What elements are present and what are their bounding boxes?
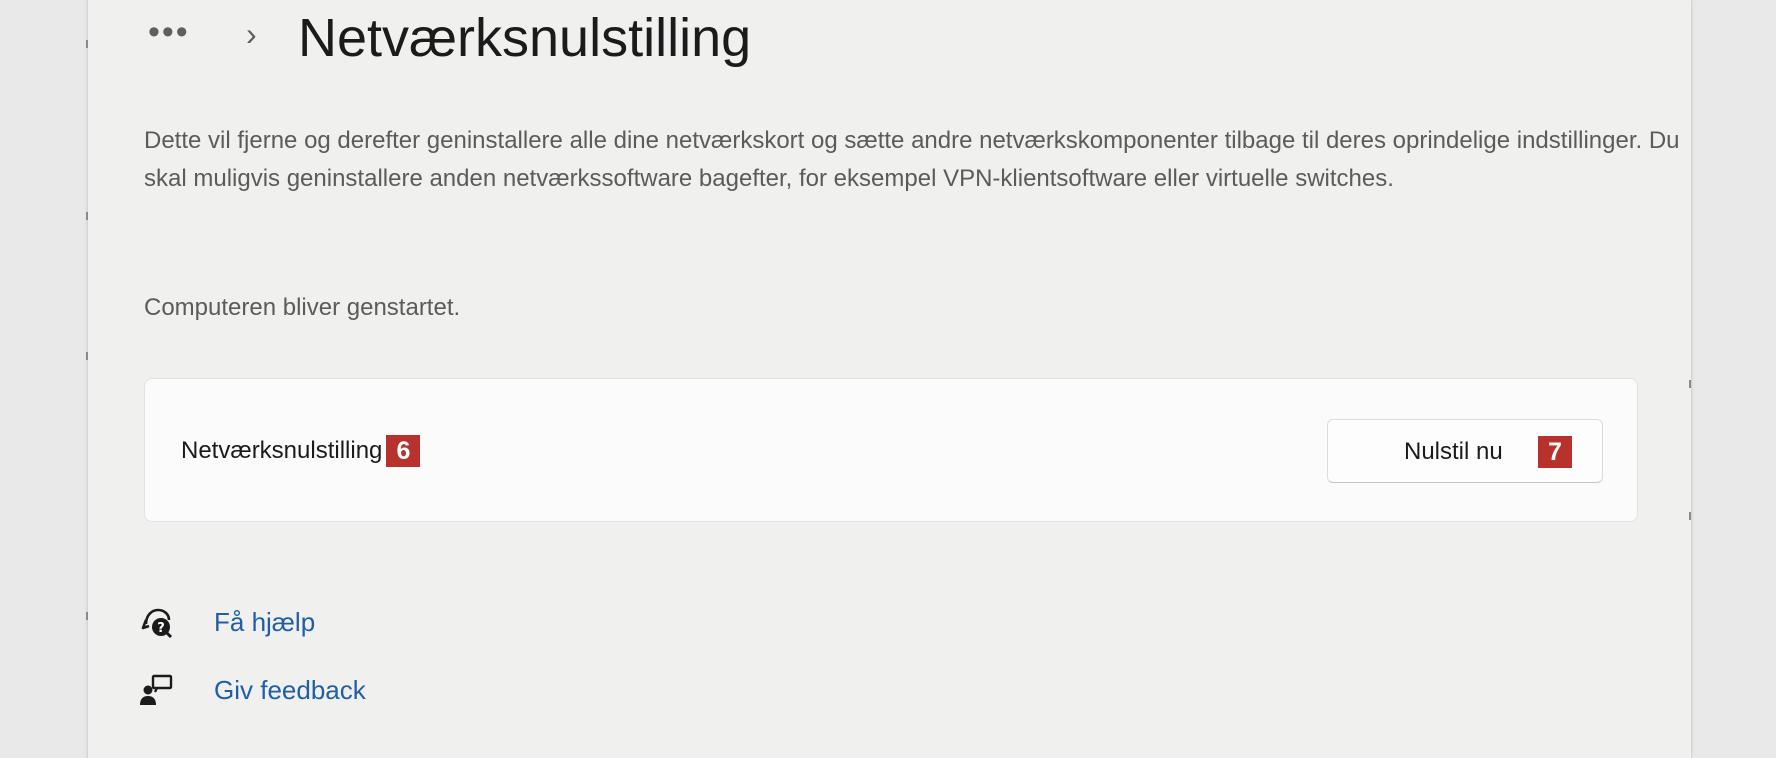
description-text: Dette vil fjerne og derefter geninstalle… — [144, 127, 1680, 192]
annotation-badge: 6 — [386, 435, 421, 467]
reset-now-button[interactable]: Nulstil nu 7 — [1327, 419, 1603, 483]
help-chat-icon: ? — [140, 606, 174, 639]
page-title: Netværksnulstilling — [298, 8, 752, 68]
svg-text:?: ? — [157, 621, 165, 636]
reset-now-button-label: Nulstil nu — [1404, 438, 1503, 465]
window-edge-mark — [86, 212, 88, 220]
window-edge-mark — [86, 612, 88, 620]
settings-window: ••• › Netværksnulstilling Dette vil fjer… — [87, 0, 1692, 758]
breadcrumb-overflow-button[interactable]: ••• — [148, 12, 190, 52]
feedback-icon — [140, 674, 174, 706]
restart-note: Computeren bliver genstartet. — [144, 294, 461, 321]
get-help-link-text: Få hjælp — [214, 607, 316, 637]
network-reset-label-text: Netværksnulstilling — [181, 437, 383, 464]
network-reset-card: Netværksnulstilling 6 Nulstil nu 7 — [144, 378, 1638, 522]
window-edge-mark — [86, 352, 88, 360]
window-edge-mark — [86, 40, 88, 48]
breadcrumb-separator-icon: › — [246, 16, 257, 52]
network-reset-label: Netværksnulstilling 6 — [181, 435, 421, 467]
annotation-badge: 7 — [1538, 436, 1572, 468]
window-edge-mark — [1689, 512, 1691, 520]
give-feedback-link-text: Giv feedback — [214, 675, 366, 705]
window-edge-mark — [1689, 380, 1691, 388]
